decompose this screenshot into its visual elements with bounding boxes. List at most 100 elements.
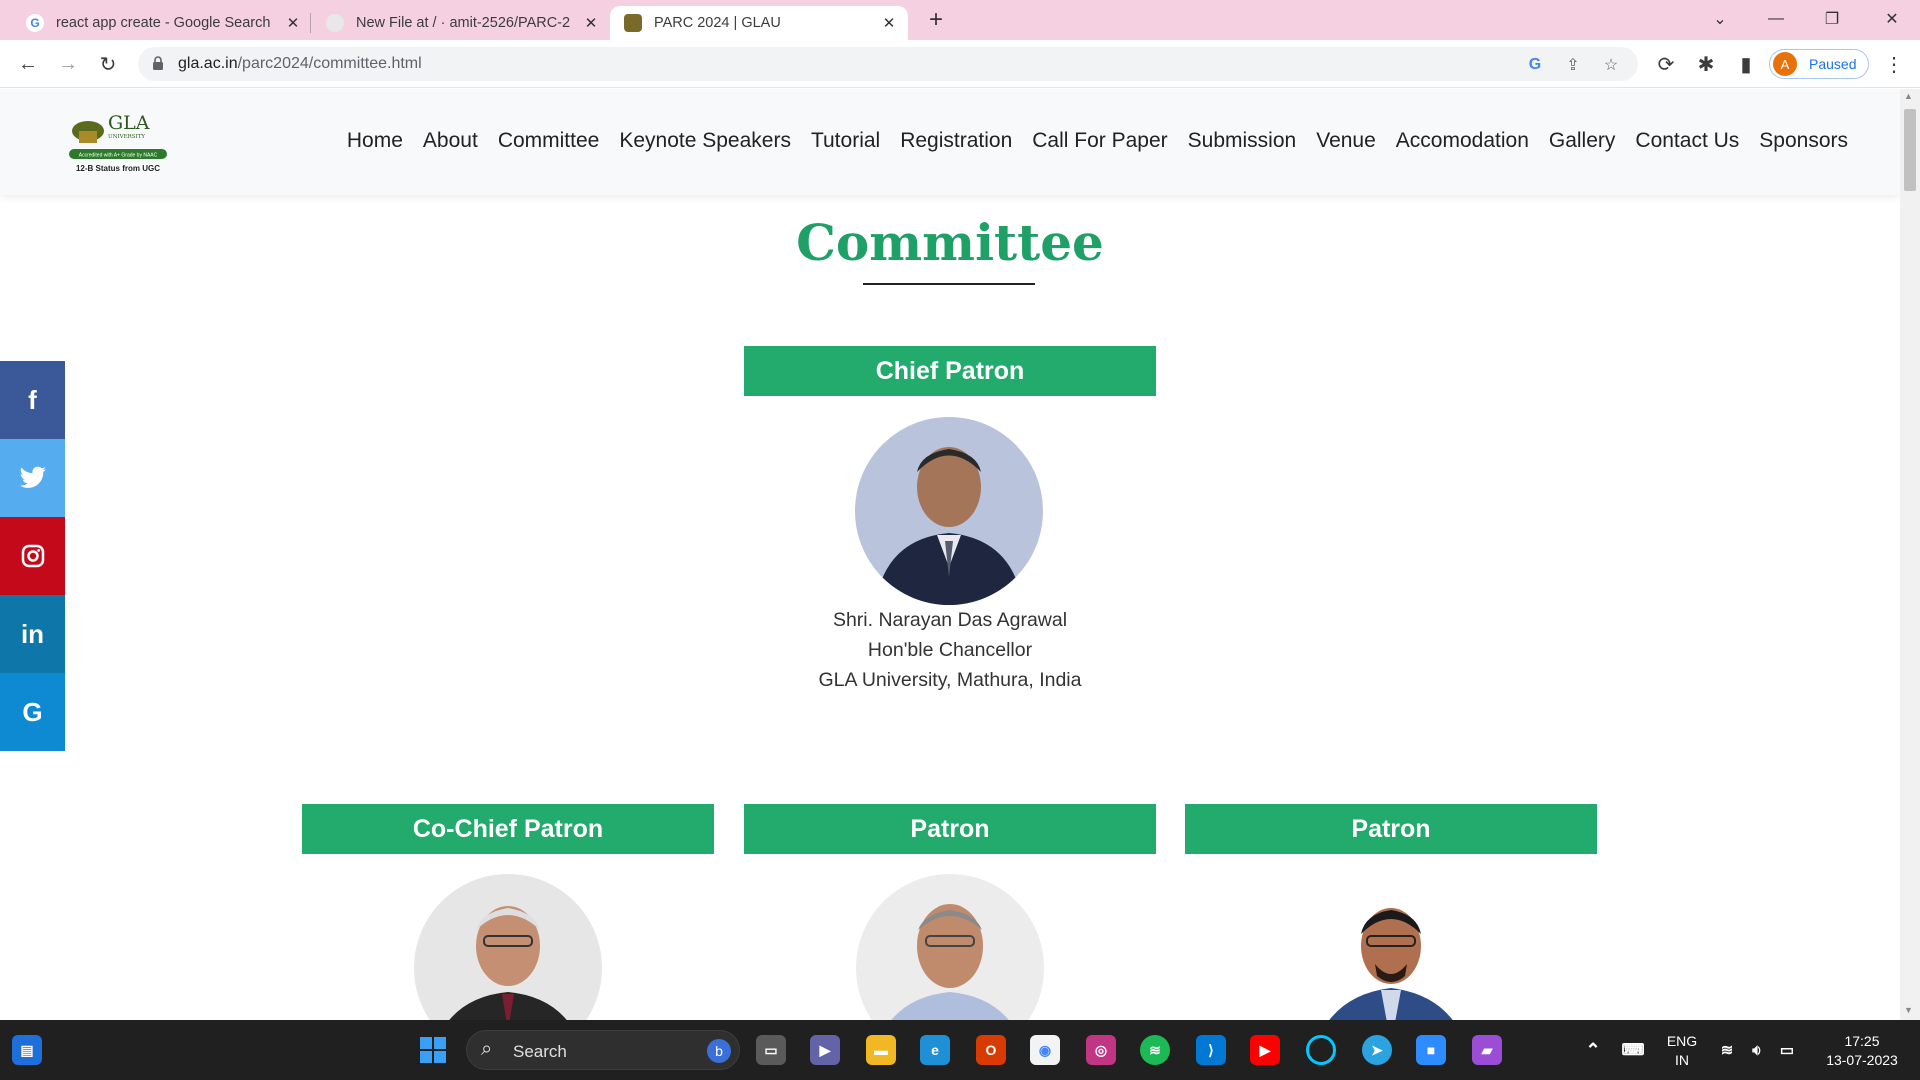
browser-menu-icon[interactable]: ⋮: [1878, 48, 1910, 80]
gla-logo[interactable]: GLA UNIVERSITY Accredited with A+ Grade …: [68, 105, 168, 179]
task-view-icon[interactable]: ▭: [756, 1035, 786, 1065]
zoom-icon[interactable]: ■: [1416, 1035, 1446, 1065]
windows-start-icon[interactable]: [418, 1035, 448, 1065]
telegram-icon[interactable]: ➤: [1362, 1035, 1392, 1065]
clipchamp-icon[interactable]: ▰: [1472, 1035, 1502, 1065]
twitter-icon[interactable]: [0, 439, 65, 517]
browser-tab-strip: G react app create - Google Search ✕ New…: [0, 0, 1920, 40]
volume-icon[interactable]: 🔉︎: [1742, 1035, 1772, 1065]
tab-close-icon[interactable]: ✕: [284, 14, 302, 32]
scroll-down-icon[interactable]: ▼: [1904, 1005, 1913, 1015]
search-icon: ⌕: [481, 1038, 493, 1060]
file-explorer-icon[interactable]: ▬: [866, 1035, 896, 1065]
scroll-up-icon[interactable]: ▲: [1904, 91, 1913, 101]
tab-close-icon[interactable]: ✕: [880, 14, 898, 32]
sync-extension-icon[interactable]: ⟳: [1650, 48, 1682, 80]
forward-arrow-icon[interactable]: →: [52, 48, 84, 80]
chief-patron-affiliation: GLA University, Mathura, India: [818, 669, 1082, 691]
github-favicon-icon: [326, 14, 344, 32]
nav-call-for-paper[interactable]: Call For Paper: [1032, 129, 1167, 153]
svg-text:UNIVERSITY: UNIVERSITY: [108, 134, 145, 140]
nav-venue[interactable]: Venue: [1316, 129, 1376, 153]
edge-icon[interactable]: e: [920, 1035, 950, 1065]
main-nav: Home About Committee Keynote Speakers Tu…: [347, 129, 1848, 153]
title-underline: [863, 283, 1035, 285]
svg-text:GLA: GLA: [108, 112, 150, 134]
clock[interactable]: 17:25 13-07-2023: [1812, 1032, 1912, 1070]
chief-patron-heading: Chief Patron: [744, 346, 1156, 396]
address-bar[interactable]: gla.ac.in/parc2024/committee.html G ⇪ ☆: [138, 47, 1638, 81]
google-lens-icon[interactable]: G: [1524, 54, 1546, 76]
wifi-icon[interactable]: ≋: [1712, 1035, 1742, 1065]
tab-parc-2024[interactable]: PARC 2024 | GLAU ✕: [610, 6, 908, 40]
nav-registration[interactable]: Registration: [900, 129, 1012, 153]
nav-tutorial[interactable]: Tutorial: [811, 129, 880, 153]
alexa-icon[interactable]: [1306, 1035, 1336, 1065]
tab-title: react app create - Google Search: [56, 15, 271, 31]
tab-separator: [310, 13, 311, 33]
bing-icon[interactable]: b: [707, 1039, 731, 1063]
nav-home[interactable]: Home: [347, 129, 403, 153]
youtube-icon[interactable]: ▶: [1250, 1035, 1280, 1065]
nav-contact-us[interactable]: Contact Us: [1635, 129, 1739, 153]
avatar: A: [1773, 52, 1797, 76]
side-panel-icon[interactable]: ▮: [1730, 48, 1762, 80]
nav-committee[interactable]: Committee: [498, 129, 600, 153]
lock-icon[interactable]: [152, 56, 164, 70]
instagram-app-icon[interactable]: ◎: [1086, 1035, 1116, 1065]
windows-taskbar: ▤ ⌕ Search b ▭ ▶ ▬ e O ◉ ◎ ≋ ⟩ ▶ ➤ ■ ▰ ⌃…: [0, 1020, 1920, 1080]
bookmark-star-icon[interactable]: ☆: [1600, 54, 1622, 76]
url-text: gla.ac.in/parc2024/committee.html: [178, 55, 422, 72]
chief-patron-photo: [855, 417, 1043, 605]
spotify-icon[interactable]: ≋: [1140, 1035, 1170, 1065]
widgets-icon[interactable]: ▤: [12, 1035, 42, 1065]
patron-photo: [856, 874, 1044, 1020]
svg-text:12-B Status from UGC: 12-B Status from UGC: [76, 164, 160, 173]
extensions-puzzle-icon[interactable]: ✱: [1690, 48, 1722, 80]
page-scrollbar[interactable]: ▲ ▼: [1900, 89, 1920, 1020]
reload-icon[interactable]: ↻: [92, 48, 124, 80]
chrome-icon[interactable]: ◉: [1030, 1035, 1060, 1065]
tab-search-chevron-icon[interactable]: ⌄: [1692, 0, 1748, 38]
profile-status: Paused: [1809, 56, 1857, 72]
tray-chevron-up-icon[interactable]: ⌃: [1578, 1035, 1608, 1065]
battery-icon[interactable]: ▭: [1772, 1035, 1802, 1065]
vscode-icon[interactable]: ⟩: [1196, 1035, 1226, 1065]
nav-sponsors[interactable]: Sponsors: [1759, 129, 1848, 153]
nav-submission[interactable]: Submission: [1188, 129, 1297, 153]
patron-photo: [1297, 874, 1485, 1020]
svg-text:Accredited with A+ Grade by NA: Accredited with A+ Grade by NAAC: [79, 153, 158, 159]
nav-keynote-speakers[interactable]: Keynote Speakers: [619, 129, 791, 153]
co-chief-patron-heading: Co-Chief Patron: [302, 804, 714, 854]
gla-favicon-icon: [624, 14, 642, 32]
tab-github[interactable]: New File at / · amit-2526/PARC-2 ✕: [312, 6, 610, 40]
close-window-button[interactable]: ✕: [1864, 0, 1920, 38]
chief-patron-name: Shri. Narayan Das Agrawal: [832, 609, 1068, 631]
language-indicator[interactable]: ENG IN: [1664, 1032, 1700, 1070]
google-favicon-icon: G: [26, 14, 44, 32]
scrollbar-thumb[interactable]: [1904, 109, 1916, 191]
taskbar-search[interactable]: ⌕ Search b: [466, 1030, 740, 1070]
instagram-icon[interactable]: [0, 517, 65, 595]
keyboard-icon[interactable]: ⌨: [1618, 1035, 1648, 1065]
profile-button[interactable]: A Paused: [1769, 49, 1869, 79]
google-icon[interactable]: G: [0, 673, 65, 751]
nav-accomodation[interactable]: Accomodation: [1396, 129, 1529, 153]
nav-gallery[interactable]: Gallery: [1549, 129, 1616, 153]
restore-button[interactable]: ❐: [1804, 0, 1860, 38]
teams-chat-icon[interactable]: ▶: [810, 1035, 840, 1065]
co-chief-patron-photo: [414, 874, 602, 1020]
new-tab-button[interactable]: +: [922, 6, 950, 34]
back-arrow-icon[interactable]: ←: [12, 48, 44, 80]
tab-google-search[interactable]: G react app create - Google Search ✕: [12, 6, 312, 40]
minimize-button[interactable]: —: [1748, 0, 1804, 38]
tab-title: New File at / · amit-2526/PARC-2: [356, 15, 571, 31]
browser-toolbar: ← → ↻ gla.ac.in/parc2024/committee.html …: [0, 40, 1920, 88]
facebook-icon[interactable]: f: [0, 361, 65, 439]
share-icon[interactable]: ⇪: [1562, 54, 1584, 76]
office-icon[interactable]: O: [976, 1035, 1006, 1065]
tab-close-icon[interactable]: ✕: [582, 14, 600, 32]
linkedin-icon[interactable]: in: [0, 595, 65, 673]
nav-about[interactable]: About: [423, 129, 478, 153]
page-title: Committee: [796, 213, 1104, 272]
